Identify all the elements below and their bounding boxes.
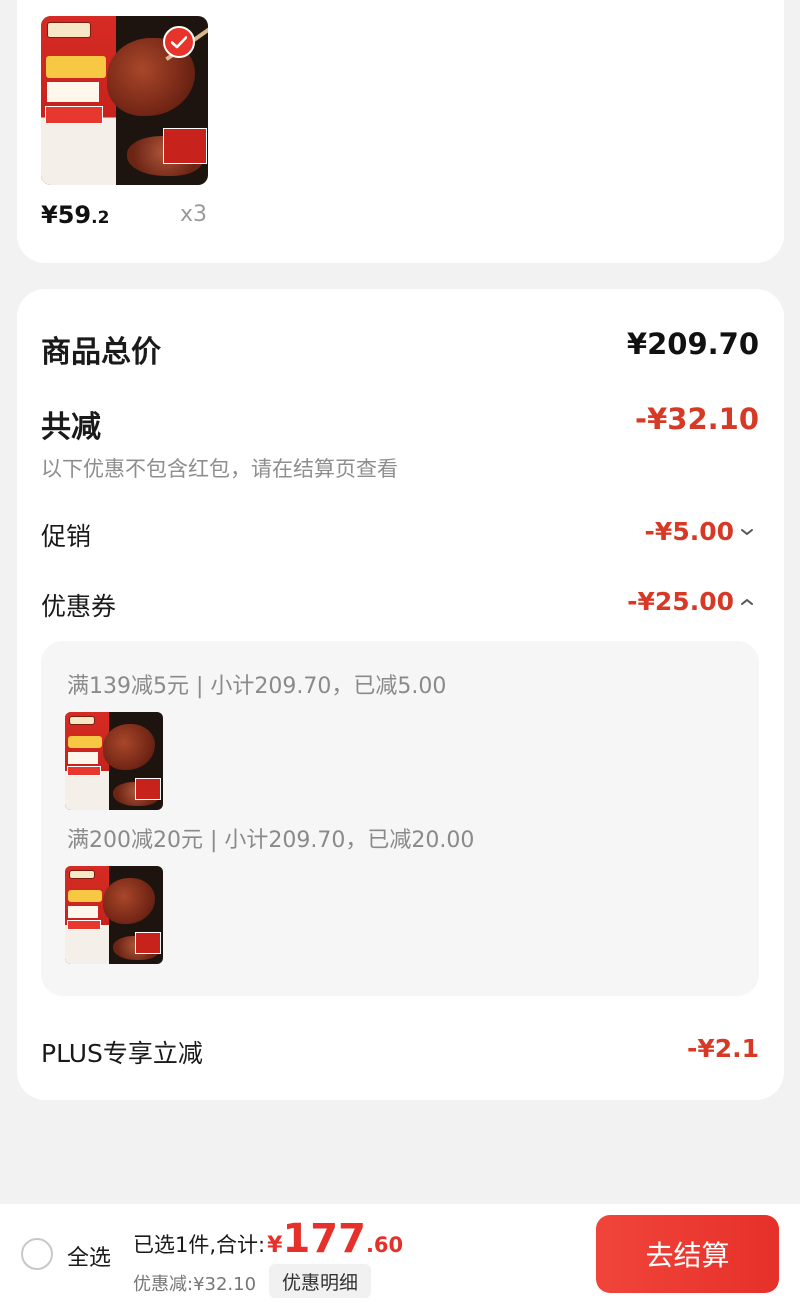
coupon-product-thumbnail[interactable] — [65, 866, 163, 964]
coupon-label: 优惠券 — [41, 592, 117, 621]
discount-value: -¥32.10 — [635, 402, 759, 436]
checkout-bar: 全选 已选1件,合计: ¥ 177 .60 优惠减:¥32.10 优惠明细 去结… — [0, 1204, 800, 1311]
total-currency: ¥ — [267, 1233, 283, 1258]
product-price: ¥59.2 — [41, 201, 109, 229]
discount-summary: 优惠减:¥32.10 — [133, 1274, 257, 1295]
total-value: ¥209.70 — [626, 327, 759, 361]
product-card: ¥59.2 x3 — [17, 0, 784, 263]
product-image[interactable] — [41, 16, 208, 185]
chevron-down-icon[interactable] — [740, 522, 754, 541]
checkout-button[interactable]: 去结算 — [596, 1215, 779, 1293]
select-all-label[interactable]: 全选 — [67, 1240, 111, 1272]
plus-discount-label: PLUS专享立减 — [41, 1039, 203, 1068]
chevron-up-icon[interactable] — [740, 592, 754, 611]
product-quantity: x3 — [180, 202, 208, 227]
promo-label: 促销 — [41, 522, 92, 551]
discount-detail-button[interactable]: 优惠明细 — [269, 1264, 371, 1298]
promo-row[interactable]: -¥5.00 — [645, 517, 754, 546]
promo-value: -¥5.00 — [644, 517, 734, 546]
discount-label: 共减 — [41, 410, 101, 445]
price-summary-card: 商品总价 ¥209.70 共减 -¥32.10 以下优惠不包含红包，请在结算页查… — [17, 289, 784, 1100]
total-integer: 177 — [282, 1216, 366, 1262]
total-label: 商品总价 — [41, 335, 161, 370]
discount-note: 以下优惠不包含红包，请在结算页查看 — [41, 457, 398, 481]
product-price-decimal: .2 — [91, 208, 110, 228]
coupon-product-thumbnail[interactable] — [65, 712, 163, 810]
selected-summary: 已选1件,合计: ¥ 177 .60 — [133, 1216, 403, 1262]
checkmark-icon[interactable] — [163, 26, 195, 58]
select-all-radio[interactable] — [21, 1238, 53, 1270]
coupon-rule: 满200减20元 | 小计209.70，已减20.00 — [67, 828, 475, 853]
coupon-row[interactable]: -¥25.00 — [627, 587, 754, 616]
selected-count-text: 已选1件,合计: — [133, 1233, 266, 1257]
product-price-main: ¥59 — [41, 201, 92, 229]
coupon-rule: 满139减5元 | 小计209.70，已减5.00 — [67, 674, 447, 699]
plus-discount-value: -¥2.1 — [686, 1034, 759, 1063]
total-decimal: .60 — [365, 1233, 404, 1257]
coupon-detail-panel: 满139减5元 | 小计209.70，已减5.00 满200减20元 | 小计2… — [41, 641, 759, 996]
coupon-value: -¥25.00 — [627, 587, 734, 616]
